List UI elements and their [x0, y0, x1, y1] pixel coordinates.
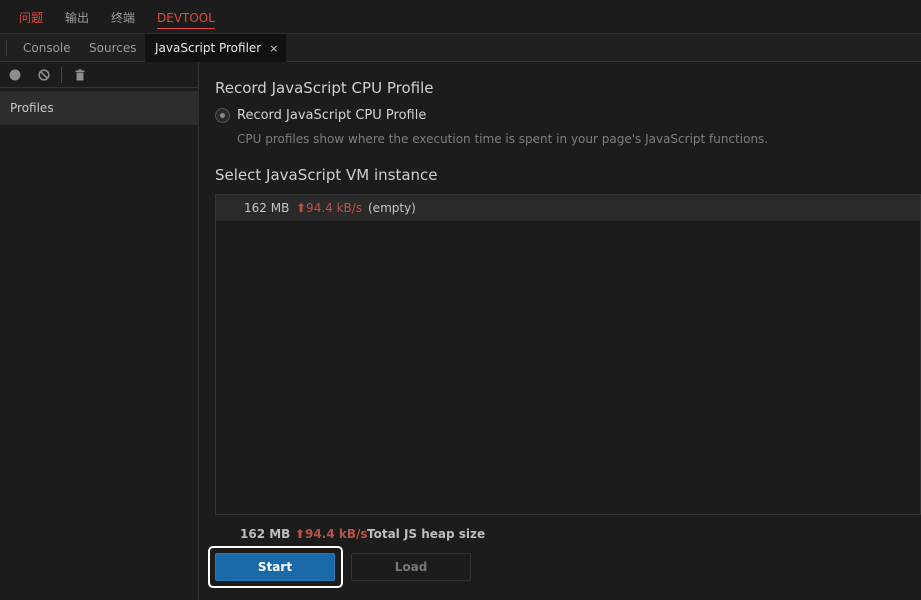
panel-tab-bar: 问题 输出 终端 DEVTOOL: [0, 0, 921, 34]
clear-icon[interactable]: [38, 69, 50, 81]
tab-console[interactable]: Console: [23, 34, 71, 62]
panel-tab-output[interactable]: 输出: [65, 0, 89, 34]
profiles-sidebar: Profiles: [0, 62, 199, 600]
tab-separator: [6, 40, 7, 56]
close-icon[interactable]: ×: [269, 35, 278, 63]
vm-instance-name: (empty): [368, 201, 416, 215]
vm-instance-row[interactable]: 162 MB ⬆94.4 kB/s (empty): [216, 195, 920, 221]
toolbar-separator: [61, 67, 62, 83]
load-button[interactable]: Load: [351, 553, 471, 581]
radio-button[interactable]: [215, 108, 230, 123]
panel-tab-devtool[interactable]: DEVTOOL: [157, 0, 215, 34]
trash-icon[interactable]: [74, 69, 86, 81]
radio-label[interactable]: Record JavaScript CPU Profile: [237, 107, 426, 125]
vm-heap-rate: ⬆94.4 kB/s: [296, 201, 363, 215]
record-heading: Record JavaScript CPU Profile: [215, 79, 434, 97]
panel-tab-terminal[interactable]: 终端: [111, 0, 135, 34]
sidebar-item-profiles[interactable]: Profiles: [0, 91, 199, 125]
vm-heading: Select JavaScript VM instance: [215, 166, 438, 184]
start-button[interactable]: Start: [215, 553, 335, 581]
total-heap-label: Total JS heap size: [367, 527, 486, 541]
vm-instance-list[interactable]: 162 MB ⬆94.4 kB/s (empty): [215, 194, 921, 515]
sidebar-toolbar: [0, 62, 199, 88]
total-heap-rate: ⬆94.4 kB/s: [295, 527, 368, 541]
panel-tab-devtool-label: DEVTOOL: [157, 11, 215, 25]
total-heap-size: 162 MB: [240, 527, 291, 541]
radio-description: CPU profiles show where the execution ti…: [237, 132, 769, 146]
radio-dot: [220, 113, 225, 118]
active-tab-underline: [157, 28, 215, 29]
panel-tab-problems[interactable]: 问题: [19, 0, 43, 34]
profiler-launcher: Record JavaScript CPU Profile Record Jav…: [200, 62, 921, 600]
tab-sources[interactable]: Sources: [89, 34, 136, 62]
record-icon[interactable]: [9, 69, 21, 81]
tab-javascript-profiler-label: JavaScript Profiler: [155, 41, 262, 55]
devtools-tab-bar: Console Sources JavaScript Profiler ×: [0, 34, 921, 62]
vm-heap-size: 162 MB: [244, 201, 290, 215]
tab-javascript-profiler[interactable]: JavaScript Profiler ×: [145, 34, 287, 63]
